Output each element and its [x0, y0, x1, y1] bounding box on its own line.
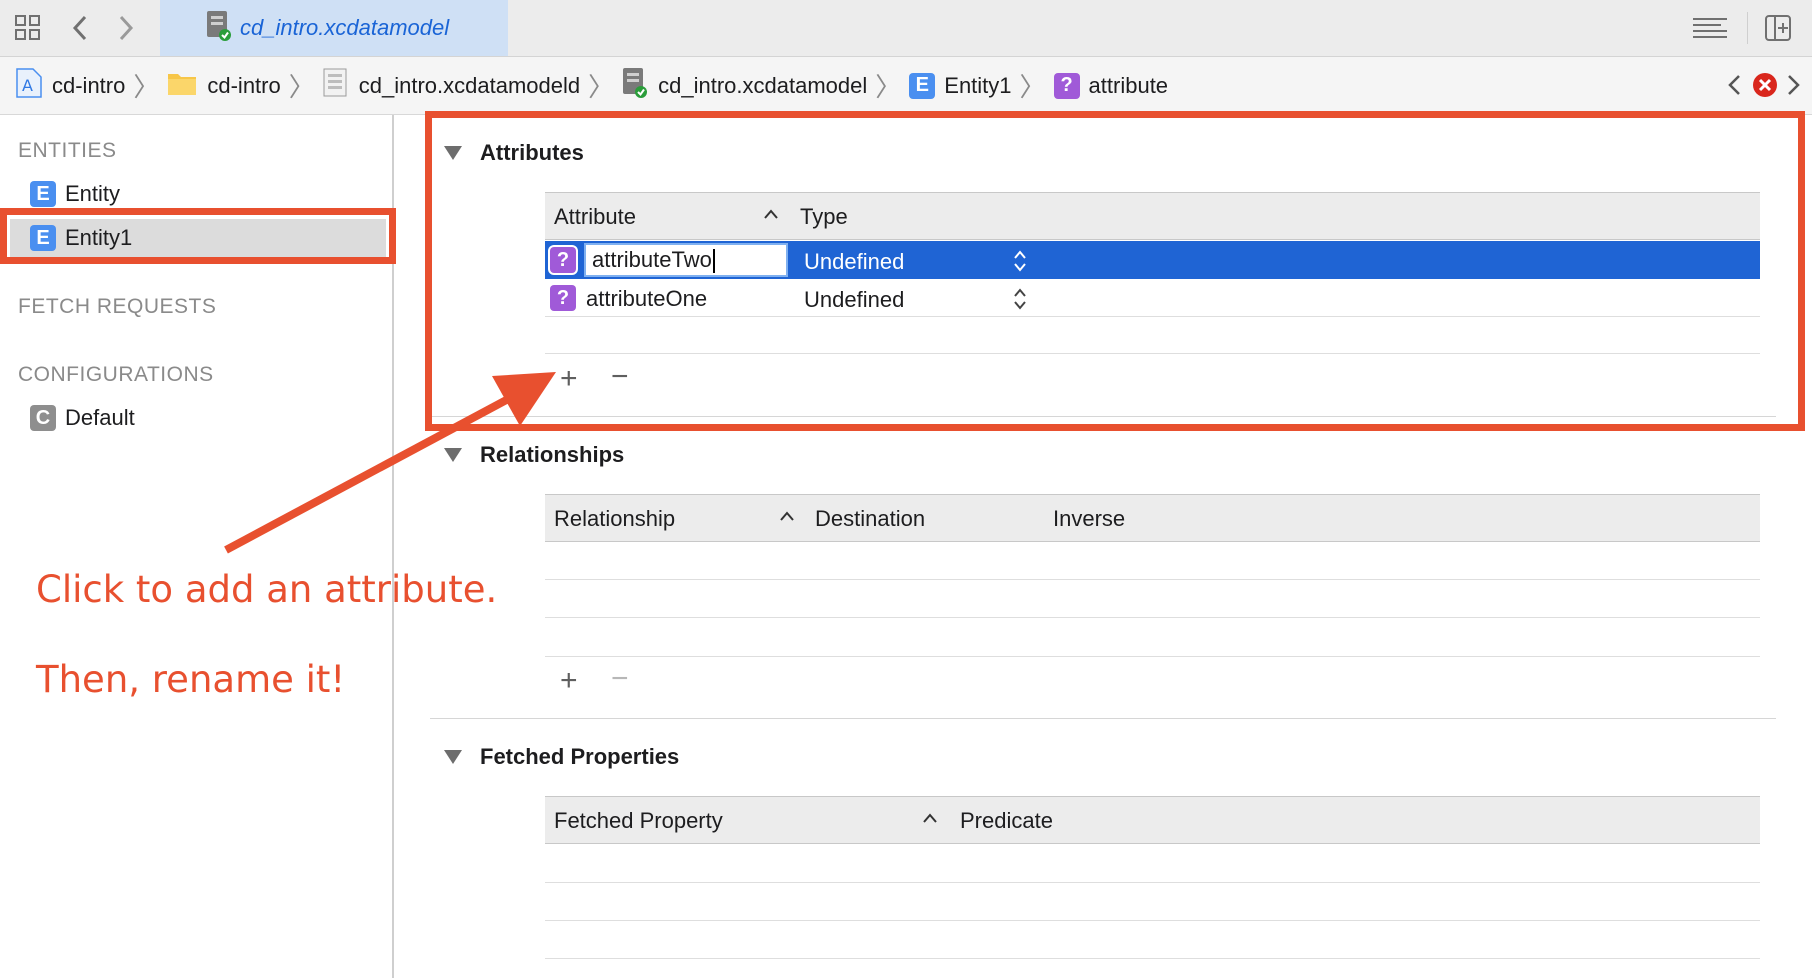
annotation-text-line1: Click to add an attribute. [36, 568, 498, 611]
annotation-text-line2: Then, rename it! [36, 658, 346, 701]
annotation-arrow-icon [224, 372, 556, 554]
